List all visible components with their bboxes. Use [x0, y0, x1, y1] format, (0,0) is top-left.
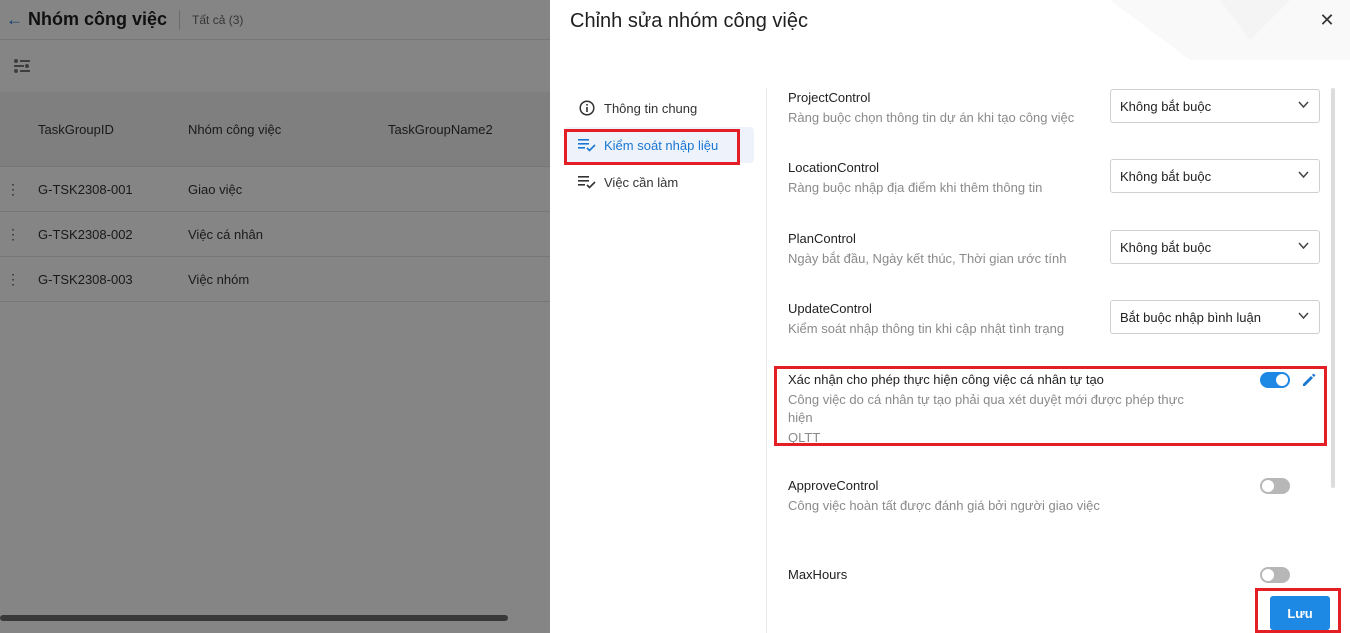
setting-desc: Công việc hoàn tất được đánh giá bởi ngư…	[788, 498, 1100, 513]
max-hours-toggle[interactable]	[1260, 567, 1290, 583]
plan-control-select[interactable]: Không bắt buộc	[1110, 230, 1320, 264]
chevron-down-icon	[1298, 171, 1309, 179]
edit-drawer: Chỉnh sửa nhóm công việc ✕ Thông tin chu…	[550, 0, 1350, 633]
list-check-icon	[578, 173, 596, 191]
settings-content: ProjectControl Ràng buộc chọn thông tin …	[788, 88, 1328, 598]
info-icon	[578, 99, 596, 117]
setting-plan-control: PlanControl Ngày bắt đầu, Ngày kết thúc,…	[788, 230, 1328, 268]
nav-divider	[766, 88, 767, 633]
setting-name: MaxHours	[788, 567, 848, 582]
setting-name: ApproveControl	[788, 478, 879, 493]
modal-overlay[interactable]	[0, 0, 550, 633]
drawer-title: Chỉnh sửa nhóm công việc	[570, 10, 808, 32]
nav-item-label: Thông tin chung	[604, 100, 698, 116]
toggle-knob	[1262, 569, 1274, 581]
close-icon[interactable]: ✕	[1318, 10, 1336, 31]
select-value: Không bắt buộc	[1120, 168, 1212, 184]
project-control-select[interactable]: Không bắt buộc	[1110, 89, 1320, 123]
setting-update-control: UpdateControl Kiểm soát nhập thông tin k…	[788, 300, 1328, 338]
nav-item-label: Việc cần làm	[604, 174, 679, 190]
header-decoration	[1110, 0, 1350, 60]
select-value: Không bắt buộc	[1120, 239, 1212, 255]
chevron-down-icon	[1298, 101, 1309, 109]
toggle-knob	[1262, 480, 1274, 492]
vertical-scrollbar[interactable]	[1331, 88, 1335, 488]
nav-item-general-info[interactable]: Thông tin chung	[564, 90, 754, 126]
setting-max-hours: MaxHours	[788, 567, 1328, 583]
highlight-box-nav	[564, 129, 740, 165]
chevron-down-icon	[1298, 312, 1309, 320]
setting-approve-control: ApproveControl Công việc hoàn tất được đ…	[788, 478, 1328, 515]
highlight-box-self-task	[774, 366, 1327, 446]
location-control-select[interactable]: Không bắt buộc	[1110, 159, 1320, 193]
select-value: Bắt buộc nhập bình luận	[1120, 309, 1261, 325]
approve-control-toggle[interactable]	[1260, 478, 1290, 494]
setting-location-control: LocationControl Ràng buộc nhập địa điểm …	[788, 159, 1328, 197]
chevron-down-icon	[1298, 242, 1309, 250]
setting-project-control: ProjectControl Ràng buộc chọn thông tin …	[788, 89, 1328, 127]
select-value: Không bắt buộc	[1120, 98, 1212, 114]
highlight-box-save	[1255, 588, 1341, 633]
update-control-select[interactable]: Bắt buộc nhập bình luận	[1110, 300, 1320, 334]
nav-item-todo[interactable]: Việc cần làm	[564, 164, 754, 200]
